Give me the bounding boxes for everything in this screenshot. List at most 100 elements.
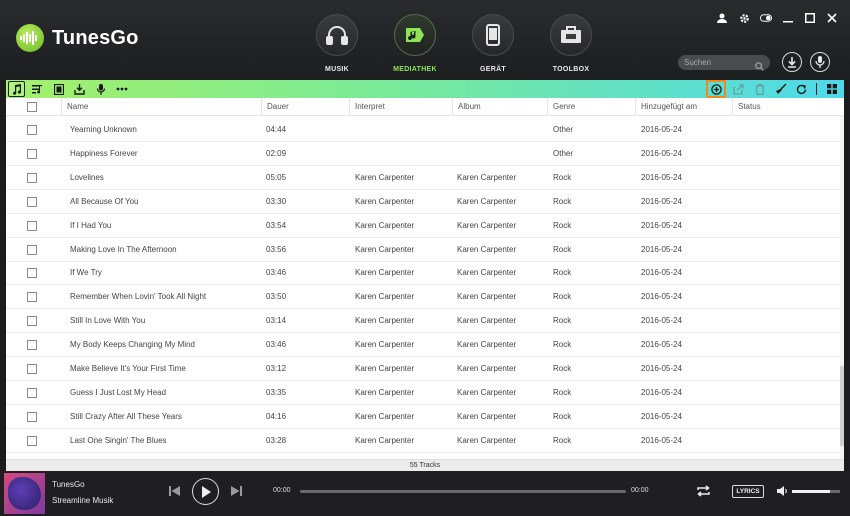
- refresh-button[interactable]: [793, 81, 810, 97]
- add-button[interactable]: [706, 80, 726, 98]
- column-header-name[interactable]: Name: [61, 98, 261, 116]
- cell-status: [737, 405, 837, 429]
- nav-item-mediathek[interactable]: MEDIATHEK: [376, 14, 454, 73]
- cell-duration: 02:09: [266, 148, 287, 158]
- cell-duration: 05:05: [266, 172, 287, 182]
- filter-download-button[interactable]: [71, 81, 88, 97]
- row-checkbox[interactable]: [27, 148, 37, 159]
- volume-button[interactable]: [777, 485, 789, 497]
- table-row[interactable]: All Because Of You 03:30 Karen Carpenter Ka…: [6, 190, 844, 214]
- cell-album: Karen Carpenter: [457, 316, 517, 326]
- cleanup-button[interactable]: [772, 81, 789, 97]
- select-all-checkbox[interactable]: [27, 102, 37, 112]
- row-checkbox[interactable]: [27, 125, 37, 135]
- row-checkbox[interactable]: [27, 411, 37, 422]
- toggle-icon[interactable]: [760, 12, 772, 24]
- record-button[interactable]: [810, 52, 830, 72]
- filter-video-button[interactable]: [50, 81, 67, 97]
- cell-name: Still Crazy After All These Years: [70, 411, 182, 421]
- export-button[interactable]: [730, 81, 747, 97]
- search-icon[interactable]: [755, 58, 764, 76]
- table-row[interactable]: Lovelines 05:05 Karen Carpenter Karen Carpe…: [6, 166, 844, 190]
- filter-playlist-button[interactable]: [29, 81, 46, 97]
- row-checkbox[interactable]: [27, 172, 37, 183]
- track-table: Name Dauer Interpret Album Genre Hinzuge…: [6, 98, 844, 459]
- column-header-date-added[interactable]: Hinzugefügt am: [635, 98, 732, 116]
- cell-status: [737, 357, 837, 381]
- cell-duration: 03:28: [266, 435, 287, 445]
- column-header-album[interactable]: Album: [452, 98, 547, 116]
- volume-level: [792, 490, 831, 493]
- row-checkbox[interactable]: [27, 316, 37, 327]
- nav-item-musik[interactable]: MUSIK: [298, 14, 376, 73]
- minimize-icon[interactable]: [782, 12, 794, 24]
- track-count: 55 Tracks: [6, 459, 844, 471]
- row-checkbox[interactable]: [27, 340, 37, 351]
- volume-slider[interactable]: [792, 490, 840, 493]
- repeat-button[interactable]: [695, 483, 711, 499]
- more-button[interactable]: [113, 81, 130, 97]
- nav-item-toolbox[interactable]: TOOLBOX: [532, 14, 610, 73]
- row-checkbox[interactable]: [27, 292, 37, 303]
- cell-date-added: 2016-05-24: [641, 196, 682, 206]
- cell-duration: 03:35: [266, 387, 287, 397]
- cell-genre: Other: [553, 148, 574, 158]
- table-row[interactable]: Still In Love With You 03:14 Karen Carpent…: [6, 309, 844, 334]
- download-icon: [788, 56, 796, 68]
- nav-item-geraet[interactable]: GERÄT: [454, 14, 532, 73]
- play-button[interactable]: [192, 478, 219, 505]
- row-checkbox[interactable]: [27, 364, 37, 374]
- row-checkbox[interactable]: [27, 220, 37, 231]
- previous-button[interactable]: [168, 485, 180, 497]
- table-row[interactable]: Last One Singin' The Blues 03:28 Karen Car…: [6, 429, 844, 453]
- gear-icon[interactable]: [738, 12, 750, 24]
- row-checkbox[interactable]: [27, 244, 37, 255]
- cell-artist: Karen Carpenter: [355, 411, 415, 421]
- cell-duration: 03:14: [266, 316, 287, 326]
- table-row[interactable]: Yearning Unknown 04:44 Other 2016-05-24: [6, 118, 844, 142]
- next-button[interactable]: [230, 485, 242, 497]
- column-header-status[interactable]: Status: [732, 98, 844, 116]
- table-row[interactable]: Making Love In The Afternoon 03:56 Karen C…: [6, 238, 844, 262]
- table-row[interactable]: Happiness Forever 02:09 Other 2016-05-24: [6, 142, 844, 166]
- maximize-icon[interactable]: [804, 12, 816, 24]
- filter-recording-button[interactable]: [92, 81, 109, 97]
- speaker-icon: [777, 486, 787, 496]
- user-icon[interactable]: [716, 12, 728, 24]
- filter-music-button[interactable]: [8, 81, 25, 97]
- table-row[interactable]: Guess I Just Lost My Head 03:35 Karen Carp…: [6, 381, 844, 405]
- row-checkbox[interactable]: [27, 435, 37, 446]
- cell-name: Guess I Just Lost My Head: [70, 387, 167, 397]
- cell-artist: Karen Carpenter: [355, 220, 415, 230]
- cell-duration: 03:46: [266, 268, 287, 278]
- add-circle-icon: [710, 83, 722, 95]
- row-checkbox[interactable]: [27, 268, 37, 279]
- table-row[interactable]: Make Believe It's Your First Time 03:12 Ka…: [6, 357, 844, 381]
- column-header-duration[interactable]: Dauer: [261, 98, 349, 116]
- row-checkbox[interactable]: [27, 387, 37, 398]
- table-row[interactable]: My Body Keeps Changing My Mind 03:46 Karen…: [6, 333, 844, 358]
- cell-duration: 03:12: [266, 364, 287, 373]
- import-icon: [74, 83, 85, 95]
- table-row[interactable]: If We Try 03:46 Karen Carpenter Karen Carpe…: [6, 261, 844, 286]
- scrollbar-thumb[interactable]: [840, 366, 844, 446]
- table-row[interactable]: If I Had You 03:54 Karen Carpenter Karen Ca…: [6, 214, 844, 238]
- table-row[interactable]: Still Crazy After All These Years 04:16 Ka…: [6, 405, 844, 429]
- column-header-artist[interactable]: Interpret: [349, 98, 452, 116]
- delete-button[interactable]: [751, 81, 768, 97]
- close-icon[interactable]: [826, 12, 838, 24]
- brush-icon: [775, 83, 786, 94]
- search-input[interactable]: [684, 58, 754, 67]
- cell-status: [737, 285, 837, 309]
- cell-artist: Karen Carpenter: [355, 244, 415, 254]
- download-button[interactable]: [782, 52, 802, 72]
- column-header-genre[interactable]: Genre: [547, 98, 635, 116]
- nav-label-musik: MUSIK: [324, 66, 350, 73]
- row-checkbox[interactable]: [27, 196, 37, 207]
- lyrics-button[interactable]: LYRICS: [732, 485, 764, 498]
- table-scrollbar[interactable]: [840, 116, 844, 459]
- grid-view-button[interactable]: [823, 81, 840, 97]
- progress-bar[interactable]: [300, 490, 626, 493]
- table-row[interactable]: Remember When Lovin' Took All Night 03:50…: [6, 285, 844, 310]
- cell-artist: [355, 142, 451, 166]
